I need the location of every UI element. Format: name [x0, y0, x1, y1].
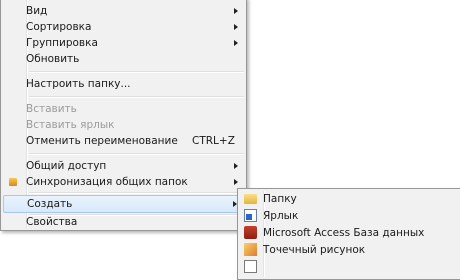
menu-item-label: Сортировка — [26, 21, 92, 33]
sync-icon — [9, 178, 17, 186]
menu-separator — [29, 71, 244, 73]
submenu-item-label: Ярлык — [263, 210, 299, 222]
submenu-arrow-icon — [234, 163, 238, 169]
menu-item-label: Настроить папку... — [26, 78, 131, 90]
menu-item-undo-rename[interactable]: Отменить переименование CTRL+Z — [3, 133, 244, 149]
submenu-arrow-icon — [234, 24, 238, 30]
document-icon — [244, 260, 257, 273]
access-icon — [244, 226, 257, 239]
submenu-arrow-icon — [234, 179, 238, 185]
submenu-item-bitmap[interactable]: Точечный рисунок — [240, 242, 459, 258]
menu-item-label: Свойства — [26, 216, 78, 228]
submenu-item-label: Точечный рисунок — [263, 244, 366, 256]
menu-item-create[interactable]: Создать — [3, 195, 244, 213]
menu-item-label: Общий доступ — [26, 160, 107, 172]
menu-item-refresh[interactable]: Обновить — [3, 51, 244, 67]
menu-item-group[interactable]: Группировка — [3, 35, 244, 51]
submenu-item-label: Папку — [263, 193, 297, 205]
menu-item-properties[interactable]: Свойства — [3, 214, 244, 230]
menu-item-label: Группировка — [26, 37, 98, 49]
menu-item-paste[interactable]: Вставить — [3, 101, 244, 117]
menu-item-label: Обновить — [26, 53, 80, 65]
menu-item-customize-folder[interactable]: Настроить папку... — [3, 76, 244, 92]
folder-icon — [244, 194, 257, 204]
shortcut-icon — [244, 209, 257, 222]
submenu-item-shortcut[interactable]: Ярлык — [240, 208, 459, 224]
submenu-arrow-icon — [234, 8, 238, 14]
menu-item-label: Вставить ярлык — [26, 119, 115, 131]
menu-item-label: Вид — [26, 5, 48, 17]
menu-item-sort[interactable]: Сортировка — [3, 19, 244, 35]
menu-item-shortcut: CTRL+Z — [192, 135, 235, 147]
menu-separator — [29, 192, 244, 194]
menu-item-sharing[interactable]: Общий доступ — [3, 158, 244, 174]
bitmap-icon — [244, 243, 257, 256]
menu-separator — [29, 96, 244, 98]
menu-item-sync-shared-folders[interactable]: Синхронизация общих папок — [3, 174, 244, 190]
menu-item-label: Вставить — [26, 103, 77, 115]
create-submenu: Папку Ярлык Microsoft Access База данных… — [237, 188, 460, 280]
menu-item-label: Отменить переименование — [26, 135, 178, 147]
menu-item-label: Создать — [27, 198, 73, 210]
menu-item-label: Синхронизация общих папок — [26, 176, 188, 188]
submenu-item-label: Microsoft Access База данных — [263, 227, 425, 239]
submenu-item-folder[interactable]: Папку — [240, 191, 459, 207]
submenu-item-access-db[interactable]: Microsoft Access База данных — [240, 225, 459, 241]
menu-item-view[interactable]: Вид — [3, 3, 244, 19]
submenu-arrow-icon — [234, 40, 238, 46]
context-menu: Вид Сортировка Группировка Обновить Наст… — [0, 0, 247, 231]
menu-item-paste-shortcut[interactable]: Вставить ярлык — [3, 117, 244, 133]
menu-separator — [29, 153, 244, 155]
